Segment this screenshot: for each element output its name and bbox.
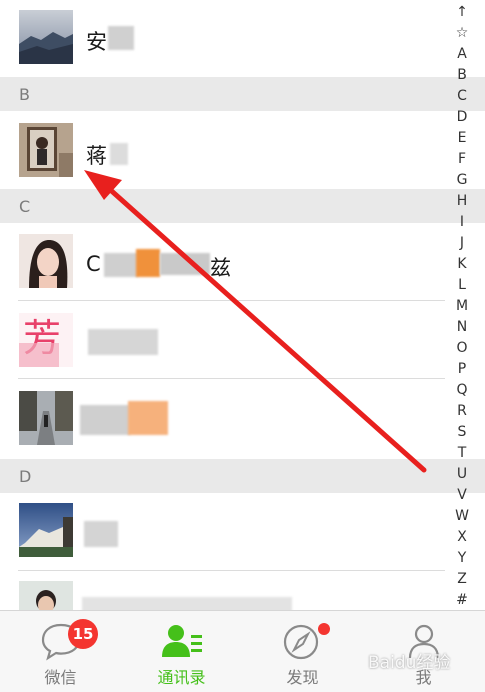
contact-row[interactable] xyxy=(0,493,485,571)
name-mosaic xyxy=(160,253,210,275)
name-mosaic xyxy=(104,253,138,277)
index-letter[interactable]: O xyxy=(449,338,475,359)
new-indicator-dot xyxy=(318,623,330,635)
contact-row[interactable]: 芳 xyxy=(0,301,485,379)
contact-row[interactable]: 蒋 xyxy=(0,111,485,189)
index-letter[interactable]: G xyxy=(449,170,475,191)
index-letter[interactable]: M xyxy=(449,296,475,317)
index-letter[interactable]: X xyxy=(449,527,475,548)
index-letter[interactable]: Z xyxy=(449,569,475,590)
section-header-d: D xyxy=(0,459,485,493)
name-mosaic xyxy=(110,143,128,165)
name-mosaic xyxy=(128,401,168,435)
section-header-b: B xyxy=(0,77,485,111)
contact-row[interactable]: 安 xyxy=(0,0,485,76)
index-letter[interactable]: N xyxy=(449,317,475,338)
contact-name-suffix: 兹 xyxy=(210,256,231,280)
index-letter[interactable]: Q xyxy=(449,380,475,401)
contact-avatar: 芳 xyxy=(19,313,73,367)
index-letter[interactable]: V xyxy=(449,485,475,506)
name-mosaic xyxy=(80,405,130,435)
index-letter[interactable]: # xyxy=(449,590,475,611)
contact-avatar xyxy=(19,10,73,64)
index-letter[interactable]: ☆ xyxy=(449,23,475,44)
index-letter[interactable]: L xyxy=(449,275,475,296)
contact-name: C xyxy=(86,252,101,276)
index-letter[interactable]: T xyxy=(449,443,475,464)
index-letter[interactable]: C xyxy=(449,86,475,107)
tab-chats[interactable]: 15 微信 xyxy=(0,611,121,692)
tab-label: 微信 xyxy=(44,668,77,687)
name-mosaic xyxy=(82,597,292,610)
index-letter[interactable]: D xyxy=(449,107,475,128)
name-mosaic xyxy=(84,521,118,547)
contact-avatar xyxy=(19,581,73,610)
unread-badge: 15 xyxy=(68,619,98,649)
tab-label: 发现 xyxy=(286,668,319,687)
name-mosaic xyxy=(108,26,134,50)
index-letter[interactable]: A xyxy=(449,44,475,65)
contact-avatar xyxy=(19,123,73,177)
name-mosaic xyxy=(136,249,160,277)
watermark: Baidu经验 xyxy=(368,653,451,673)
index-letter[interactable]: ↑ xyxy=(449,2,475,23)
index-letter[interactable]: U xyxy=(449,464,475,485)
contact-name: 安 xyxy=(86,30,107,54)
name-mosaic xyxy=(88,329,158,355)
index-letter[interactable]: S xyxy=(449,422,475,443)
contact-name: 蒋 xyxy=(86,144,107,168)
index-letter[interactable]: H xyxy=(449,191,475,212)
section-header-c: C xyxy=(0,189,485,223)
index-letter[interactable]: W xyxy=(449,506,475,527)
index-letter[interactable]: F xyxy=(449,149,475,170)
index-letter[interactable]: J xyxy=(449,233,475,254)
contact-avatar xyxy=(19,391,73,445)
contact-list[interactable]: 安 B 蒋 C C 兹 芳 D xyxy=(0,0,485,610)
index-letter[interactable]: K xyxy=(449,254,475,275)
tab-label: 通讯录 xyxy=(157,668,206,687)
index-letter[interactable]: I xyxy=(449,212,475,233)
index-letter[interactable]: P xyxy=(449,359,475,380)
tab-discover[interactable]: 发现 xyxy=(242,611,363,692)
index-letter[interactable]: E xyxy=(449,128,475,149)
contact-avatar xyxy=(19,234,73,288)
contacts-icon xyxy=(160,621,204,661)
tab-contacts[interactable]: 通讯录 xyxy=(121,611,242,692)
alphabet-index[interactable]: ↑ ☆ A B C D E F G H I J K L M N O P Q R S T U V W X Y Z # xyxy=(449,2,475,612)
index-letter[interactable]: B xyxy=(449,65,475,86)
index-letter[interactable]: R xyxy=(449,401,475,422)
contact-row[interactable]: C 兹 xyxy=(0,223,485,301)
contact-row[interactable] xyxy=(0,379,485,459)
contact-row[interactable] xyxy=(0,571,485,610)
contact-avatar xyxy=(19,503,73,557)
index-letter[interactable]: Y xyxy=(449,548,475,569)
